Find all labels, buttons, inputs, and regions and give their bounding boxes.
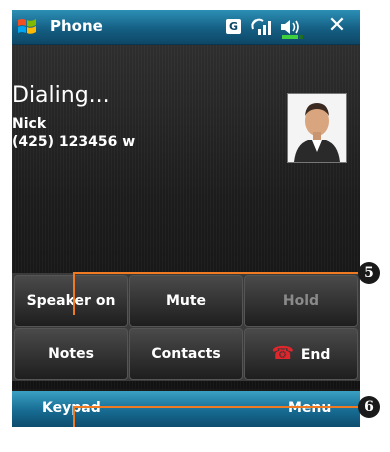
contact-photo (287, 93, 347, 163)
end-label: End (300, 347, 331, 363)
notes-button[interactable]: Notes (14, 328, 128, 380)
callout-badge-5: 5 (358, 262, 380, 284)
title-bar: Phone G ✕ (12, 10, 360, 45)
contact-number: (425) 123456 w (12, 134, 136, 150)
signal-strength-icon[interactable] (248, 15, 276, 39)
hold-label: Hold (282, 293, 320, 309)
call-status: Dialing... (12, 83, 110, 108)
callout-line-5-horizontal (73, 272, 359, 274)
speaker-on-label: Speaker on (26, 293, 116, 309)
callout-line-5-vertical (73, 273, 75, 315)
phone-screen: Phone G ✕ Dialing... Nick (425) 123456 w (12, 10, 360, 427)
contacts-button[interactable]: Contacts (129, 328, 243, 380)
menu-softkey[interactable]: Menu (288, 400, 331, 416)
close-icon[interactable]: ✕ (325, 13, 349, 38)
callout-badge-6: 6 (358, 396, 380, 418)
speaker-on-button[interactable]: Speaker on (14, 275, 128, 327)
end-call-button[interactable]: ☎ End (244, 328, 358, 380)
end-call-icon: ☎ (271, 343, 294, 364)
soft-key-bar: Keypad Menu (12, 391, 360, 427)
mute-button[interactable]: Mute (129, 275, 243, 327)
contacts-label: Contacts (151, 346, 221, 362)
hold-button[interactable]: Hold (244, 275, 358, 327)
keypad-softkey[interactable]: Keypad (42, 400, 101, 416)
call-button-grid: Speaker on Mute Hold Notes Contacts ☎ En… (12, 273, 360, 381)
notes-label: Notes (48, 346, 94, 362)
app-title: Phone (50, 17, 103, 35)
windows-start-icon[interactable] (16, 16, 38, 38)
callout-line-6-vertical (73, 407, 75, 427)
contact-name: Nick (12, 116, 47, 132)
callout-line-6-horizontal (73, 406, 359, 408)
mute-label: Mute (165, 293, 207, 309)
volume-icon[interactable] (278, 16, 308, 40)
gprs-icon[interactable]: G (226, 19, 241, 34)
